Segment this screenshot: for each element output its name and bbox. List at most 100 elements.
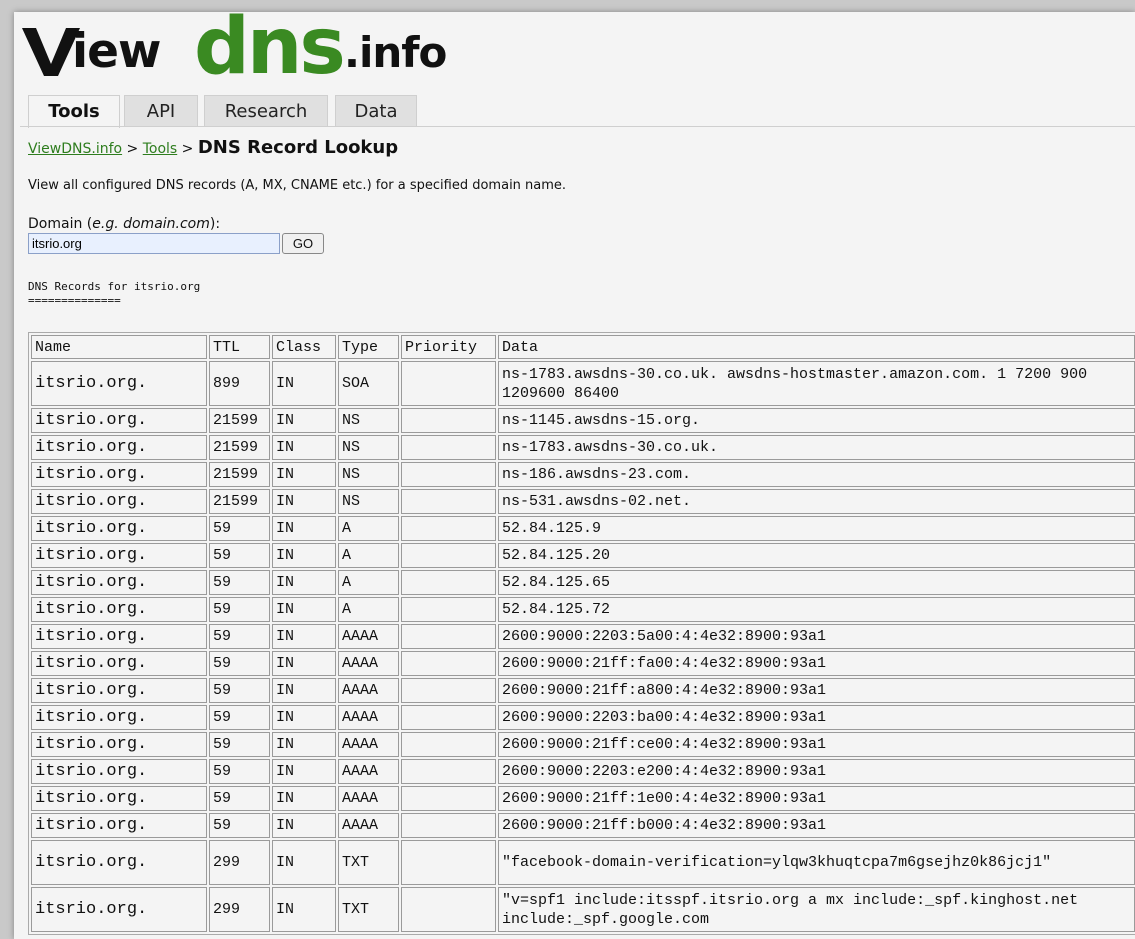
cell-name: itsrio.org.	[31, 435, 207, 460]
cell-name: itsrio.org.	[31, 408, 207, 433]
cell-data: 2600:9000:21ff:b000:4:4e32:8900:93a1	[498, 813, 1135, 838]
cell-name: itsrio.org.	[31, 624, 207, 649]
cell-data: 2600:9000:2203:e200:4:4e32:8900:93a1	[498, 759, 1135, 784]
table-row: itsrio.org. 59 IN AAAA 2600:9000:21ff:b000:4…	[31, 813, 1135, 838]
cell-name: itsrio.org.	[31, 361, 207, 406]
cell-priority	[401, 361, 496, 406]
cell-name: itsrio.org.	[31, 786, 207, 811]
cell-ttl: 59	[209, 516, 270, 541]
cell-class: IN	[272, 840, 336, 885]
cell-ttl: 59	[209, 570, 270, 595]
table-row: itsrio.org. 21599 IN NS ns-531.awsdns-02.net…	[31, 489, 1135, 514]
go-button[interactable]: GO	[282, 233, 324, 254]
table-row: itsrio.org. 59 IN AAAA 2600:9000:2203:ba00:4…	[31, 705, 1135, 730]
cell-data: ns-186.awsdns-23.com.	[498, 462, 1135, 487]
cell-name: itsrio.org.	[31, 543, 207, 568]
col-header-type: Type	[338, 335, 399, 359]
domain-label-suffix: ):	[209, 216, 221, 232]
table-row: itsrio.org. 59 IN A 52.84.125.72	[31, 597, 1135, 622]
breadcrumb-tools-link[interactable]: Tools	[143, 141, 178, 157]
cell-priority	[401, 705, 496, 730]
col-header-ttl: TTL	[209, 335, 270, 359]
cell-data: 52.84.125.72	[498, 597, 1135, 622]
table-row: itsrio.org. 59 IN AAAA 2600:9000:21ff:fa00:4…	[31, 651, 1135, 676]
cell-priority	[401, 489, 496, 514]
cell-class: IN	[272, 516, 336, 541]
col-header-priority: Priority	[401, 335, 496, 359]
cell-ttl: 59	[209, 678, 270, 703]
cell-priority	[401, 678, 496, 703]
breadcrumb-home-link[interactable]: ViewDNS.info	[28, 141, 122, 157]
cell-priority	[401, 435, 496, 460]
results-title-underline: ==============	[28, 294, 121, 307]
tab-api[interactable]: API	[124, 95, 198, 127]
cell-type: AAAA	[338, 624, 399, 649]
cell-class: IN	[272, 678, 336, 703]
cell-class: IN	[272, 887, 336, 932]
cell-ttl: 899	[209, 361, 270, 406]
table-row: itsrio.org. 59 IN AAAA 2600:9000:21ff:a800:4…	[31, 678, 1135, 703]
cell-data: 2600:9000:21ff:fa00:4:4e32:8900:93a1	[498, 651, 1135, 676]
cell-type: A	[338, 570, 399, 595]
cell-ttl: 59	[209, 813, 270, 838]
cell-data: 2600:9000:21ff:ce00:4:4e32:8900:93a1	[498, 732, 1135, 757]
cell-priority	[401, 516, 496, 541]
cell-ttl: 21599	[209, 489, 270, 514]
breadcrumb-separator: >	[181, 141, 194, 157]
dns-records-table: Name TTL Class Type Priority Data itsrio…	[28, 332, 1135, 935]
cell-type: AAAA	[338, 759, 399, 784]
cell-type: NS	[338, 435, 399, 460]
cell-data: 2600:9000:2203:5a00:4:4e32:8900:93a1	[498, 624, 1135, 649]
cell-priority	[401, 759, 496, 784]
cell-ttl: 59	[209, 624, 270, 649]
cell-data: ns-1783.awsdns-30.co.uk. awsdns-hostmast…	[498, 361, 1135, 406]
domain-input[interactable]	[28, 233, 280, 254]
cell-type: SOA	[338, 361, 399, 406]
tab-tools[interactable]: Tools	[28, 95, 120, 128]
cell-priority	[401, 408, 496, 433]
cell-class: IN	[272, 786, 336, 811]
cell-class: IN	[272, 408, 336, 433]
cell-type: TXT	[338, 840, 399, 885]
cell-priority	[401, 462, 496, 487]
cell-ttl: 59	[209, 759, 270, 784]
cell-ttl: 59	[209, 786, 270, 811]
cell-ttl: 299	[209, 887, 270, 932]
cell-data: 2600:9000:2203:ba00:4:4e32:8900:93a1	[498, 705, 1135, 730]
tab-research[interactable]: Research	[204, 95, 328, 127]
cell-class: IN	[272, 759, 336, 784]
cell-priority	[401, 570, 496, 595]
results-title: DNS Records for itsrio.org =============…	[28, 280, 200, 308]
tab-data[interactable]: Data	[335, 95, 417, 127]
table-row: itsrio.org. 21599 IN NS ns-1145.awsdns-15.or…	[31, 408, 1135, 433]
cell-data: "facebook-domain-verification=ylqw3khuqt…	[498, 840, 1135, 885]
domain-label-example: e.g. domain.com	[92, 216, 210, 232]
cell-class: IN	[272, 361, 336, 406]
cell-name: itsrio.org.	[31, 516, 207, 541]
cell-type: NS	[338, 489, 399, 514]
cell-priority	[401, 732, 496, 757]
domain-label: Domain (e.g. domain.com):	[28, 216, 220, 232]
cell-class: IN	[272, 435, 336, 460]
cell-ttl: 21599	[209, 408, 270, 433]
cell-priority	[401, 597, 496, 622]
cell-name: itsrio.org.	[31, 887, 207, 932]
col-header-data: Data	[498, 335, 1135, 359]
cell-type: AAAA	[338, 705, 399, 730]
col-header-name: Name	[31, 335, 207, 359]
cell-type: AAAA	[338, 813, 399, 838]
table-row: itsrio.org. 59 IN AAAA 2600:9000:21ff:ce00:4…	[31, 732, 1135, 757]
cell-class: IN	[272, 543, 336, 568]
cell-ttl: 21599	[209, 462, 270, 487]
cell-ttl: 21599	[209, 435, 270, 460]
tool-description: View all configured DNS records (A, MX, …	[28, 178, 567, 193]
cell-name: itsrio.org.	[31, 705, 207, 730]
cell-class: IN	[272, 462, 336, 487]
cell-ttl: 299	[209, 840, 270, 885]
tab-divider	[20, 126, 1135, 127]
table-row: itsrio.org. 59 IN AAAA 2600:9000:2203:5a00:4…	[31, 624, 1135, 649]
cell-name: itsrio.org.	[31, 813, 207, 838]
cell-name: itsrio.org.	[31, 489, 207, 514]
cell-name: itsrio.org.	[31, 732, 207, 757]
domain-label-prefix: Domain (	[28, 216, 93, 232]
